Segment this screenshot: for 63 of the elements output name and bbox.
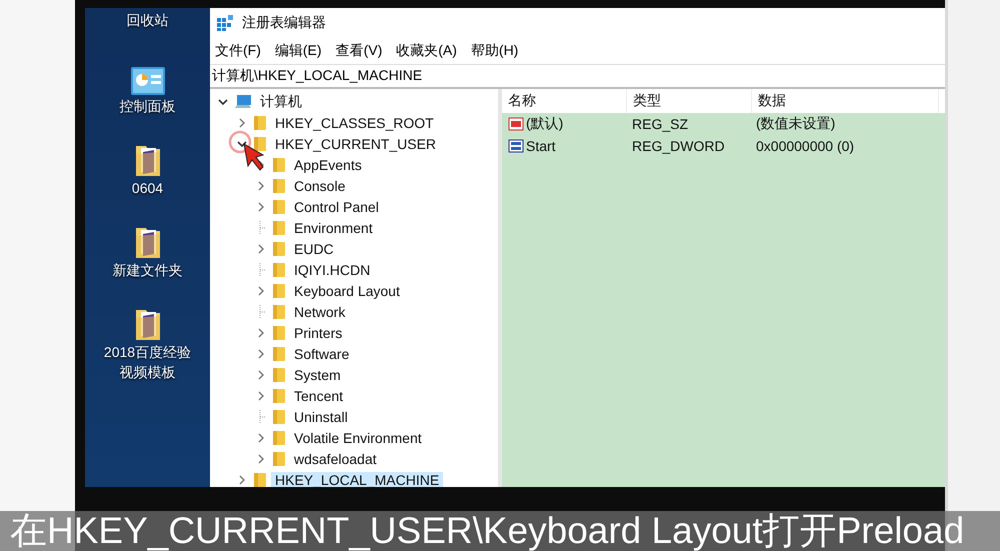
- tree-item[interactable]: AppEvents: [290, 156, 366, 172]
- tree-item[interactable]: Volatile Environment: [290, 430, 426, 446]
- folder-icon: [253, 472, 267, 487]
- column-header[interactable]: 名称: [502, 89, 627, 113]
- subtitle: 在HKEY_CURRENT_USER\Keyboard Layout打开Preload: [10, 511, 964, 551]
- menu-item[interactable]: 收藏夹(A): [395, 42, 458, 60]
- tree-item[interactable]: Uninstall: [290, 408, 352, 424]
- folder-icon: [272, 430, 286, 446]
- menu-item[interactable]: 帮助(H): [470, 42, 520, 60]
- folder-icon: [272, 346, 286, 362]
- table-cell-text: REG_DWORD: [631, 138, 726, 154]
- tree-item[interactable]: HKEY_LOCAL_MACHINE: [271, 472, 444, 487]
- tree-item[interactable]: Control Panel: [290, 198, 383, 214]
- tree-item[interactable]: Environment: [290, 220, 377, 236]
- desktop-icon-label[interactable]: 2018百度经验视频模板: [102, 342, 192, 382]
- registry-editor-icon: [216, 14, 234, 32]
- binary-value-icon: [508, 138, 524, 154]
- window-title: 注册表编辑器: [242, 14, 326, 32]
- tree-item[interactable]: Network: [290, 304, 350, 320]
- folder-icon: [272, 178, 286, 194]
- computer-icon: [234, 94, 252, 110]
- menu-item[interactable]: 查看(V): [334, 42, 384, 60]
- tree-item[interactable]: IQIYI.HCDN: [290, 262, 374, 278]
- folder-icon: [272, 198, 286, 214]
- desktop-icon-label[interactable]: 回收站: [102, 10, 192, 30]
- folder-icon: [272, 156, 286, 172]
- table-cell-text: REG_SZ: [631, 116, 690, 132]
- folder-icon: [272, 450, 286, 466]
- tree-item[interactable]: System: [290, 366, 345, 382]
- tree-item[interactable]: HKEY_CURRENT_USER: [271, 136, 440, 152]
- folder-icon: [272, 408, 286, 424]
- column-header[interactable]: 类型: [627, 89, 752, 113]
- tree-item[interactable]: Console: [290, 178, 350, 194]
- tree-item[interactable]: Printers: [290, 324, 346, 340]
- tree-item[interactable]: wdsafeloadat: [290, 450, 381, 466]
- menu-item[interactable]: 文件(F): [214, 42, 262, 60]
- value-name[interactable]: (默认): [502, 115, 626, 133]
- tree-item[interactable]: EUDC: [290, 240, 338, 256]
- menu-item[interactable]: 编辑(E): [274, 42, 323, 60]
- column-header[interactable]: 数据: [752, 89, 939, 113]
- desktop-icon-label[interactable]: 新建文件夹: [102, 260, 192, 280]
- folder-icon: [272, 324, 286, 340]
- folder-icon: [272, 220, 286, 236]
- folder-icon: [272, 240, 286, 256]
- value-name[interactable]: Start: [502, 138, 626, 154]
- tree-item[interactable]: Keyboard Layout: [290, 282, 404, 298]
- folder-icon: [272, 366, 286, 382]
- table-cell-text: (数值未设置): [755, 115, 836, 133]
- folder-icon: [253, 136, 267, 152]
- folder-icon: [253, 114, 267, 130]
- folder-icon: [272, 304, 286, 320]
- folder-icon: [272, 282, 286, 298]
- desktop-icon-label[interactable]: 控制面板: [102, 96, 192, 116]
- control-panel-icon: [130, 66, 166, 96]
- tree-item[interactable]: Tencent: [290, 388, 348, 404]
- tree-item[interactable]: Software: [290, 346, 354, 362]
- desktop-icon-label[interactable]: 0604: [102, 178, 192, 198]
- tree-item[interactable]: 计算机: [256, 92, 306, 110]
- table-cell-text: 0x00000000 (0): [755, 138, 856, 154]
- folder-icon: [272, 388, 286, 404]
- tree-item[interactable]: HKEY_CLASSES_ROOT: [271, 114, 438, 130]
- folder-icon: [272, 262, 286, 278]
- string-value-icon: [508, 116, 524, 132]
